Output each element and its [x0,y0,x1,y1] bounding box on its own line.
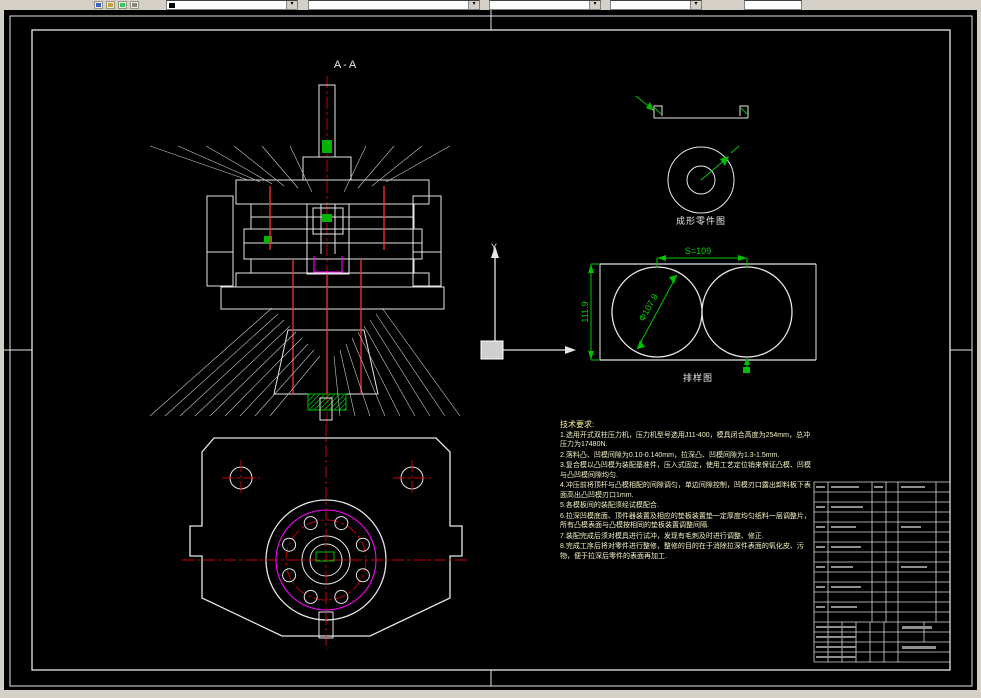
technical-requirements: 技术要求: 1.选用开式双柱压力机，压力机型号选用J11-400，模具闭合高度为… [560,420,812,562]
tech-note-item: 7.装配完成后须对模具进行试冲，发现有毛刺及时进行调整、修正. [560,532,764,540]
tech-note-item: 5.各模板间的装配须经试模配合. [560,502,659,509]
toolbar-icon-layers[interactable] [106,1,115,9]
strip-step-dimension: S=109 [685,246,711,256]
ucs-icon: Y [480,242,576,360]
toolbar-icon-properties[interactable] [130,1,139,9]
formed-part-caption: 成形零件图 [676,215,726,226]
strip-width-dimension: 111.9 [580,301,590,322]
toolbar-icon-layer-previous[interactable] [118,1,127,9]
strip-layout-caption: 排样图 [683,372,713,383]
layer-combo[interactable]: ▾ [166,0,298,10]
parts-list-grid [813,481,951,663]
color-combo[interactable]: ▾ [308,0,480,10]
chevron-down-icon[interactable]: ▾ [468,1,479,9]
layer-swatch [169,3,175,8]
toolbar-icon-make-object-layer[interactable] [94,1,103,9]
title-block[interactable] [813,481,951,663]
chevron-down-icon[interactable]: ▾ [589,1,600,9]
tech-note-item: 8.完成工序后将对零件进行整修，整修的目的在于消除拉深件表面的氧化皮、污物，便于… [560,543,804,560]
plan-view[interactable] [182,424,470,650]
tech-note-item: 3.复合模以凸凹模为装配基准件，压入式固定，使用工艺定位销来保证凸模、凹模与凸凹… [560,462,811,479]
linetype-combo[interactable]: ▾ [489,0,601,10]
formed-part-figure[interactable]: 成形零件图 [635,95,749,226]
cad-drawing: A-A Y 成形零件图 S=109 111.9 Φ107.8 排样图 [4,10,973,687]
chevron-down-icon[interactable]: ▾ [286,1,297,9]
section-view[interactable]: A-A [149,59,461,424]
tech-note-item: 4.冲压前将顶杆与凸模相配的间隙调匀，单边间隙控制，凹模刃口露出卸料板下表面高出… [560,482,811,499]
lineweight-combo[interactable]: ▾ [610,0,702,10]
app-toolbar: ▾ ▾ ▾ ▾ [0,0,981,10]
plot-style-field[interactable] [744,0,802,10]
tech-note-item: 1.选用开式双柱压力机，压力机型号选用J11-400，模具闭合高度为254mm，… [560,431,810,449]
cad-application-window: ▾ ▾ ▾ ▾ A-A Y 成形零件图 S=109 111.9 Φ107.8 排… [0,0,981,698]
chevron-down-icon[interactable]: ▾ [690,1,701,9]
strip-layout-figure[interactable]: S=109 111.9 Φ107.8 排样图 [580,246,817,383]
strip-diameter-dimension: Φ107.8 [637,292,660,323]
tech-note-item: 2.落料凸、凹模间隙为0.10-0.140mm，拉深凸、凹模间隙为1.3-1.5… [560,451,780,459]
technical-requirements-title: 技术要求: [560,420,595,429]
tech-note-item: 6.拉深凹模底面、顶件器装置及相应的垫板装置垫一定厚度均匀纸料一层调整片，所有凸… [560,512,811,530]
section-label: A-A [334,59,358,71]
cad-canvas[interactable]: A-A Y 成形零件图 S=109 111.9 Φ107.8 排样图 技术要求:… [4,10,977,690]
